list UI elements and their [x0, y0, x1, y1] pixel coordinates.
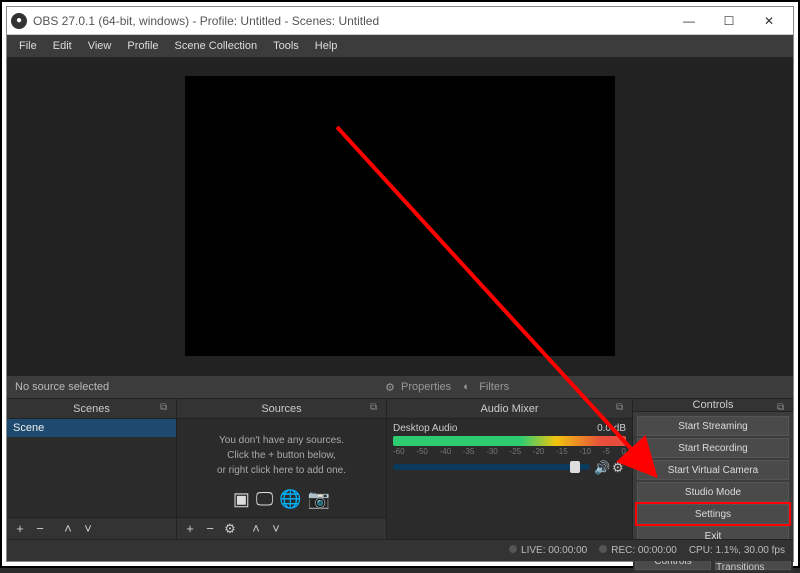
menu-edit[interactable]: Edit	[45, 40, 80, 52]
window-title: OBS 27.0.1 (64-bit, windows) - Profile: …	[33, 14, 669, 28]
start-recording-button[interactable]: Start Recording	[637, 438, 789, 458]
title-bar: ● OBS 27.0.1 (64-bit, windows) - Profile…	[7, 7, 793, 35]
filters-button[interactable]: ◐ Filters	[457, 381, 515, 393]
obs-window: ● OBS 27.0.1 (64-bit, windows) - Profile…	[6, 6, 794, 562]
tick: -40	[440, 447, 452, 456]
sources-panel: Sources ⧉ You don't have any sources. Cl…	[177, 399, 387, 539]
start-streaming-button[interactable]: Start Streaming	[637, 416, 789, 436]
no-source-label: No source selected	[15, 381, 109, 393]
start-virtual-camera-button[interactable]: Start Virtual Camera	[637, 460, 789, 480]
properties-button[interactable]: ⚙ Properties	[379, 381, 457, 393]
source-info-bar: No source selected ⚙ Properties ◐ Filter…	[7, 375, 793, 399]
tick: -15	[556, 447, 568, 456]
remove-scene-button[interactable]: −	[31, 520, 49, 538]
filter-icon: ◐	[463, 381, 475, 393]
sources-empty-1: You don't have any sources.	[185, 433, 378, 448]
gear-icon: ⚙	[385, 381, 397, 393]
source-down-button[interactable]: ˅	[267, 520, 285, 538]
status-bar: LIVE: 00:00:00 REC: 00:00:00 CPU: 1.1%, …	[7, 539, 793, 561]
tick: -5	[603, 447, 610, 456]
live-dot-icon	[509, 545, 517, 553]
filters-label: Filters	[479, 381, 509, 393]
track-settings-icon[interactable]: ⚙	[612, 460, 626, 474]
sources-empty-3: or right click here to add one.	[185, 463, 378, 478]
scene-down-button[interactable]: ˅	[79, 520, 97, 538]
sources-title: Sources	[261, 403, 301, 415]
menu-tools[interactable]: Tools	[265, 40, 307, 52]
scenes-panel: Scenes ⧉ Scene + − ˄ ˅	[7, 399, 177, 539]
scenes-title: Scenes	[73, 403, 110, 415]
tick: -35	[463, 447, 475, 456]
camera-source-icon: 📷	[308, 486, 330, 513]
mixer-track-name: Desktop Audio	[393, 423, 458, 434]
browser-source-icon: 🌐	[279, 486, 301, 513]
status-rec: REC: 00:00:00	[611, 545, 677, 556]
studio-mode-button[interactable]: Studio Mode	[637, 482, 789, 502]
remove-source-button[interactable]: −	[201, 520, 219, 538]
preview-area	[7, 57, 793, 375]
tick: 0	[622, 447, 626, 456]
mixer-title: Audio Mixer	[480, 403, 538, 415]
source-up-button[interactable]: ˄	[247, 520, 265, 538]
menu-scene-collection[interactable]: Scene Collection	[167, 40, 266, 52]
scenes-list[interactable]: Scene	[7, 419, 176, 517]
preview-canvas[interactable]	[185, 76, 615, 356]
menu-help[interactable]: Help	[307, 40, 346, 52]
scene-item[interactable]: Scene	[7, 419, 176, 437]
popout-icon[interactable]: ⧉	[777, 402, 789, 414]
menu-view[interactable]: View	[80, 40, 120, 52]
controls-title: Controls	[693, 399, 734, 411]
audio-mixer-panel: Audio Mixer ⧉ Desktop Audio 0.0 dB -60 -…	[387, 399, 633, 539]
mixer-track-db: 0.0 dB	[597, 423, 626, 434]
tick: -60	[393, 447, 405, 456]
display-source-icon: 🖵	[256, 486, 273, 513]
app-icon: ●	[11, 13, 27, 29]
volume-slider[interactable]	[393, 464, 590, 470]
scene-up-button[interactable]: ˄	[59, 520, 77, 538]
tick: -30	[486, 447, 498, 456]
status-cpu: CPU: 1.1%, 30.00 fps	[689, 545, 785, 556]
image-source-icon: ▣	[233, 486, 250, 513]
add-scene-button[interactable]: +	[11, 520, 29, 538]
tick: -50	[416, 447, 428, 456]
menu-file[interactable]: File	[11, 40, 45, 52]
settings-button[interactable]: Settings	[637, 504, 789, 524]
tick: -20	[533, 447, 545, 456]
close-button[interactable]: ✕	[749, 7, 789, 35]
audio-meter	[393, 436, 626, 446]
add-source-button[interactable]: +	[181, 520, 199, 538]
tick: -25	[509, 447, 521, 456]
maximize-button[interactable]: ☐	[709, 7, 749, 35]
popout-icon[interactable]: ⧉	[616, 402, 628, 414]
speaker-icon[interactable]: 🔊	[594, 460, 608, 474]
sources-list[interactable]: You don't have any sources. Click the + …	[177, 419, 386, 517]
menu-profile[interactable]: Profile	[119, 40, 166, 52]
controls-panel: Controls ⧉ Start Streaming Start Recordi…	[633, 399, 793, 539]
source-settings-button[interactable]: ⚙	[221, 520, 239, 538]
rec-dot-icon	[599, 545, 607, 553]
tick: -10	[579, 447, 591, 456]
panels-row: Scenes ⧉ Scene + − ˄ ˅ Sources ⧉ You don…	[7, 399, 793, 539]
properties-label: Properties	[401, 381, 451, 393]
sources-empty-2: Click the + button below,	[185, 448, 378, 463]
status-live: LIVE: 00:00:00	[521, 545, 587, 556]
popout-icon[interactable]: ⧉	[370, 402, 382, 414]
popout-icon[interactable]: ⧉	[160, 402, 172, 414]
menu-bar: File Edit View Profile Scene Collection …	[7, 35, 793, 57]
minimize-button[interactable]: —	[669, 7, 709, 35]
